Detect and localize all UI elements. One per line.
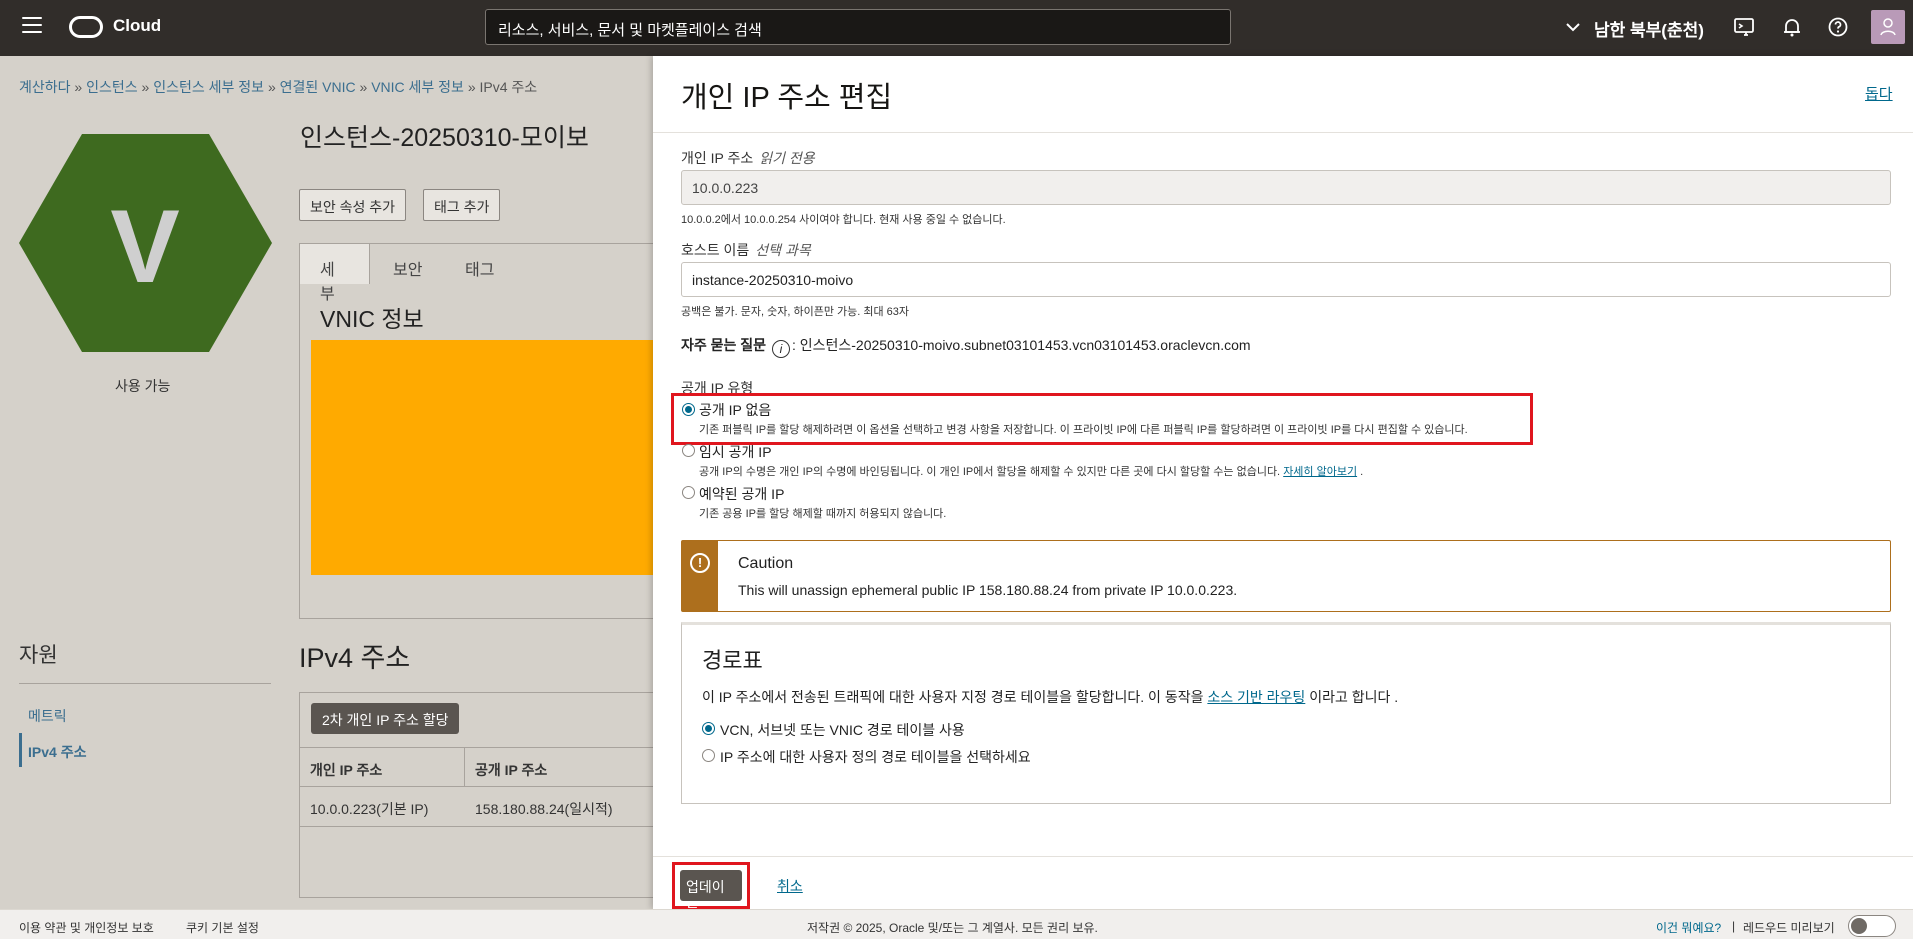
column-header-public-ip[interactable]: 공개 IP 주소	[465, 747, 656, 787]
instance-title: 인스턴스-20250310-모이보	[300, 124, 589, 152]
route-table-title: 경로표	[702, 648, 763, 673]
cookie-preferences-link[interactable]: 쿠키 기본 설정	[186, 919, 259, 936]
oracle-logo-icon[interactable]	[69, 16, 103, 38]
highlight-box	[671, 393, 1533, 445]
radio-no-public-ip[interactable]	[682, 403, 695, 416]
route-table-description: 이 IP 주소에서 전송된 트래픽에 대한 사용자 지정 경로 테이블을 할당합…	[702, 689, 1399, 705]
option-desc-no-public-ip: 기존 퍼블릭 IP를 할당 해제하려면 이 옵션을 선택하고 변경 사항을 저장…	[699, 424, 1468, 436]
divider	[653, 132, 1913, 133]
hostname-input[interactable]: instance-20250310-moivo	[681, 262, 1891, 297]
divider	[19, 683, 271, 684]
update-button[interactable]: 업데이트	[680, 870, 742, 915]
tab-details[interactable]: 세부	[300, 244, 370, 303]
breadcrumb-instance-details[interactable]: 인스턴스 세부 정보	[153, 79, 264, 95]
private-ip-label: 개인 IP 주소 읽기 전용	[681, 150, 815, 166]
fqdn-label: 자주 묻는 질문	[681, 337, 767, 353]
add-security-attribute-button[interactable]: 보안 속성 추가	[299, 189, 407, 221]
assign-secondary-ip-button[interactable]: 2차 개인 IP 주소 할당	[311, 703, 460, 734]
radio-custom-route-table[interactable]	[702, 749, 715, 762]
instance-letter: V	[110, 189, 179, 305]
hostname-hint: 공백은 불가. 문자, 숫자, 하이픈만 가능. 최대 63자	[681, 306, 910, 318]
search-input[interactable]: 리소스, 서비스, 문서 및 마켓플레이스 검색	[485, 9, 1231, 45]
ipv4-table: 2차 개인 IP 주소 할당 개인 IP 주소 공개 IP 주소 10.0.0.…	[299, 692, 656, 898]
source-based-routing-link[interactable]: 소스 기반 라우팅	[1207, 689, 1305, 705]
breadcrumb-ipv4-addresses: IPv4 주소	[479, 79, 538, 95]
footer-divider: |	[1732, 919, 1736, 933]
tab-security[interactable]: 보안	[393, 256, 422, 280]
option-desc-ephemeral-public-ip: 공개 IP의 수명은 개인 IP의 수명에 바인딩됩니다. 이 개인 IP에서 …	[699, 466, 1364, 478]
chevron-down-icon[interactable]	[1566, 22, 1580, 32]
terms-link[interactable]: 이용 약관 및 개인정보 보호	[19, 919, 154, 936]
resource-item-ipv4[interactable]: IPv4 주소	[28, 742, 86, 762]
route-table-section: 경로표 이 IP 주소에서 전송된 트래픽에 대한 사용자 지정 경로 테이블을…	[681, 622, 1891, 804]
caution-title: Caution	[738, 555, 794, 572]
breadcrumb: 계산하다 » 인스턴스 » 인스턴스 세부 정보 » 연결된 VNIC » VN…	[19, 79, 538, 95]
hamburger-menu-icon[interactable]	[22, 17, 42, 33]
option-label-ephemeral-public-ip[interactable]: 임시 공개 IP	[699, 442, 772, 462]
caution-stripe: !	[682, 541, 718, 611]
cancel-link[interactable]: 취소	[777, 876, 803, 896]
breadcrumb-attached-vnics[interactable]: 연결된 VNIC	[280, 79, 356, 95]
option-label-reserved-public-ip[interactable]: 예약된 공개 IP	[699, 484, 784, 504]
resources-title: 자원	[19, 644, 58, 667]
ipv4-section-title: IPv4 주소	[299, 643, 411, 673]
cloud-shell-icon[interactable]	[1733, 16, 1755, 38]
radio-use-default-route-table[interactable]	[702, 722, 715, 735]
info-icon[interactable]: i	[771, 340, 790, 358]
region-selector[interactable]: 남한 북부(춘천)	[1594, 16, 1704, 41]
panel-title: 개인 IP 주소 편집	[681, 82, 893, 114]
option-label-use-default-route-table[interactable]: VCN, 서브넷 또는 VNIC 경로 테이블 사용	[720, 720, 965, 740]
brand-name[interactable]: Cloud	[113, 16, 161, 36]
breadcrumb-vnic-details[interactable]: VNIC 세부 정보	[371, 79, 464, 95]
whats-this-link[interactable]: 이건 뭐예요?	[1656, 919, 1721, 936]
instance-hexagon-icon: V	[19, 134, 272, 352]
fqdn-row: 자주 묻는 질문 i: 인스턴스-20250310-moivo.subnet03…	[681, 335, 1251, 358]
copyright: 저작권 © 2025, Oracle 및/또는 그 계열사. 모든 권리 보유.	[807, 921, 1098, 935]
help-link[interactable]: 돕다	[1865, 83, 1893, 104]
redwood-preview-toggle[interactable]	[1848, 915, 1896, 937]
vnic-info-title: VNIC 정보	[320, 306, 424, 332]
breadcrumb-compute[interactable]: 계산하다	[19, 79, 71, 95]
add-tag-button[interactable]: 태그 추가	[423, 189, 501, 221]
option-label-no-public-ip[interactable]: 공개 IP 없음	[699, 400, 771, 420]
footer: 이용 약관 및 개인정보 보호 쿠키 기본 설정 저작권 © 2025, Ora…	[0, 909, 1913, 939]
notification-bell-icon[interactable]	[1781, 16, 1803, 38]
tab-tags[interactable]: 태그	[465, 256, 494, 280]
breadcrumb-instances[interactable]: 인스턴스	[86, 79, 138, 95]
option-desc-reserved-public-ip: 기존 공용 IP를 할당 해제할 때까지 허용되지 않습니다.	[699, 508, 947, 520]
caution-message: ! Caution This will unassign ephemeral p…	[681, 540, 1891, 612]
radio-reserved-public-ip[interactable]	[682, 486, 695, 499]
redacted-block	[311, 340, 656, 575]
top-bar: Cloud 리소스, 서비스, 문서 및 마켓플레이스 검색 남한 북부(춘천)	[0, 0, 1913, 56]
column-header-private-ip[interactable]: 개인 IP 주소	[300, 747, 465, 787]
radio-ephemeral-public-ip[interactable]	[682, 444, 695, 457]
warning-icon: !	[690, 553, 710, 573]
cell-public-ip: 158.180.88.24(일시적)	[465, 787, 656, 827]
fqdn-value: : 인스턴스-20250310-moivo.subnet03101453.vcn…	[791, 337, 1251, 353]
cell-private-ip: 10.0.0.223(기본 IP)	[300, 787, 465, 827]
edit-private-ip-panel: 개인 IP 주소 편집 돕다 개인 IP 주소 읽기 전용 10.0.0.223 …	[653, 56, 1913, 915]
private-ip-hint: 10.0.0.2에서 10.0.0.254 사이여야 합니다. 현재 사용 중일…	[681, 214, 1006, 226]
hostname-label: 호스트 이름 선택 과목	[681, 242, 811, 258]
active-indicator	[19, 733, 22, 767]
learn-more-link[interactable]: 자세히 알아보기	[1283, 466, 1357, 478]
option-label-custom-route-table[interactable]: IP 주소에 대한 사용자 정의 경로 테이블을 선택하세요	[720, 747, 1031, 767]
instance-status: 사용 가능	[115, 378, 171, 394]
divider	[653, 856, 1913, 857]
resource-item-metrics[interactable]: 메트릭	[28, 706, 67, 726]
private-ip-field: 10.0.0.223	[681, 170, 1891, 205]
caution-text: This will unassign ephemeral public IP 1…	[738, 582, 1238, 598]
redwood-preview-label: 레드우드 미리보기	[1743, 921, 1835, 935]
help-icon[interactable]	[1827, 16, 1849, 38]
instance-page-background: 계산하다 » 인스턴스 » 인스턴스 세부 정보 » 연결된 VNIC » VN…	[0, 56, 656, 909]
user-avatar-icon[interactable]	[1871, 10, 1905, 44]
